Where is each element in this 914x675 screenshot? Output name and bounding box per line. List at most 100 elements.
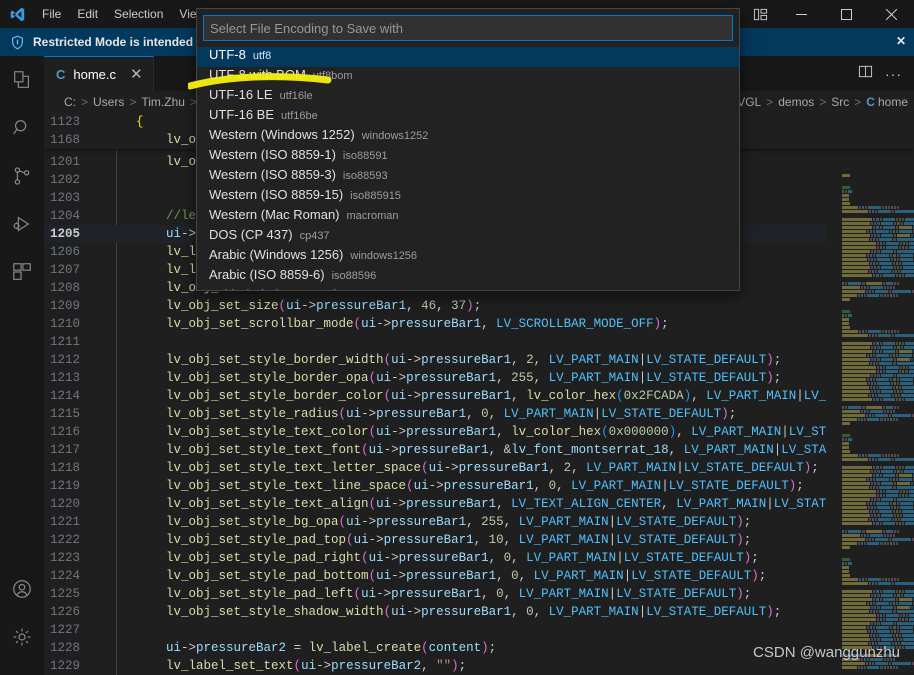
sidebar-item-extensions[interactable]	[0, 248, 44, 296]
code-text: lv_obj_set_style_pad_bottom(ui->pressure…	[166, 569, 767, 583]
encoding-option-label: Western (Windows 1252)	[209, 127, 355, 142]
encoding-option-label: Baltic (Windows 1257)	[209, 287, 338, 290]
code-line: 1219 lv_obj_set_style_text_line_space(ui…	[44, 477, 914, 495]
encoding-option[interactable]: DOS (CP 437) cp437	[197, 227, 739, 247]
encoding-option[interactable]: Western (Mac Roman) macroman	[197, 207, 739, 227]
encoding-option[interactable]: UTF-8 with BOM utf8bom	[197, 67, 739, 87]
line-number: 1208	[49, 281, 80, 295]
encoding-option-label: Western (ISO 8859-15)	[209, 187, 344, 202]
encoding-option[interactable]: Arabic (ISO 8859-6) iso88596	[197, 267, 739, 287]
encoding-search-input[interactable]	[203, 15, 733, 41]
encoding-option[interactable]: UTF-16 LE utf16le	[197, 87, 739, 107]
code-line: 1220 lv_obj_set_style_text_align(ui->pre…	[44, 495, 914, 513]
menu-selection[interactable]: Selection	[106, 3, 171, 25]
breadcrumb-item-1[interactable]: Users	[93, 95, 124, 109]
code-text: lv_obj_set_style_border_width(ui->pressu…	[166, 353, 782, 367]
breadcrumb-item-6[interactable]: Src	[831, 95, 849, 109]
code-text: lv_obj_set_style_text_color(ui->pressure…	[166, 425, 894, 439]
minimize-button[interactable]	[779, 0, 824, 28]
encoding-option-label: UTF-16 LE	[209, 87, 273, 102]
code-text: lv_obj_set_size(ui->pressureBar1, 46, 37…	[166, 299, 482, 313]
maximize-button[interactable]	[824, 0, 869, 28]
encoding-option[interactable]: Arabic (Windows 1256) windows1256	[197, 247, 739, 267]
encoding-option[interactable]: Western (ISO 8859-1) iso88591	[197, 147, 739, 167]
breadcrumb-item-2[interactable]: Tim.Zhu	[141, 95, 185, 109]
code-line: 1222 lv_obj_set_style_pad_top(ui->pressu…	[44, 531, 914, 549]
encoding-option-id: windows1252	[361, 130, 429, 142]
c-language-icon: C	[56, 66, 66, 82]
encoding-option-label: Arabic (Windows 1256)	[209, 247, 344, 262]
code-line: 1226 lv_obj_set_style_shadow_width(ui->p…	[44, 603, 914, 621]
code-line: 1223 lv_obj_set_style_pad_right(ui->pres…	[44, 549, 914, 567]
line-number: 1218	[49, 461, 80, 475]
code-text: lv_label_set_text(ui->pressureBar2, "");	[166, 659, 467, 673]
code-text: lv_obj_set_style_text_align(ui->pressure…	[166, 497, 894, 511]
encoding-option-label: UTF-8	[209, 47, 246, 62]
line-number: 1216	[49, 425, 80, 439]
encoding-option[interactable]: Western (ISO 8859-3) iso88593	[197, 167, 739, 187]
breadcrumb-separator: >	[766, 95, 774, 109]
encoding-quick-pick: UTF-8 utf8 UTF-8 with BOM utf8bom UTF-16 LE u…	[196, 8, 740, 291]
encoding-option-label: UTF-8 with BOM	[209, 67, 306, 82]
breadcrumb-separator: >	[81, 95, 89, 109]
code-text: ui->pressureBar2 = lv_label_create(conte…	[166, 641, 497, 655]
breadcrumb-separator: >	[854, 95, 862, 109]
encoding-option-id: utf8bom	[312, 70, 353, 82]
code-text: lv_obj_set_style_pad_left(ui->pressureBa…	[166, 587, 752, 601]
customize-layout-icon[interactable]	[751, 5, 769, 23]
minimap[interactable]	[826, 170, 914, 675]
encoding-option[interactable]: Western (Windows 1252) windows1252	[197, 127, 739, 147]
line-number: 1203	[49, 191, 80, 205]
code-line: 1211	[44, 333, 914, 351]
encoding-option-id: macroman	[346, 210, 399, 222]
menu-file[interactable]: File	[34, 3, 69, 25]
encoding-option[interactable]: UTF-8 utf8	[197, 47, 739, 67]
encoding-option-list: UTF-8 utf8 UTF-8 with BOM utf8bom UTF-16 LE u…	[197, 47, 739, 290]
line-number: 1123	[49, 115, 80, 129]
account-icon[interactable]	[0, 565, 44, 613]
sidebar-item-search[interactable]	[0, 104, 44, 152]
code-line: 1218 lv_obj_set_style_text_letter_space(…	[44, 459, 914, 477]
close-button[interactable]	[869, 0, 914, 28]
split-editor-icon[interactable]	[858, 64, 873, 84]
breadcrumb-separator: >	[129, 95, 137, 109]
banner-close-icon[interactable]: ✕	[896, 34, 906, 48]
shield-icon	[10, 35, 25, 50]
breadcrumb-separator: >	[819, 95, 827, 109]
tab-home-c[interactable]: C home.c ✕	[44, 56, 154, 91]
code-line: 1216 lv_obj_set_style_text_color(ui->pre…	[44, 423, 914, 441]
gear-icon[interactable]	[0, 613, 44, 661]
encoding-option-id: cp437	[299, 230, 330, 242]
encoding-option-id: iso88596	[331, 270, 377, 282]
breadcrumb-item-5[interactable]: demos	[778, 95, 814, 109]
encoding-option-label: Arabic (ISO 8859-6)	[209, 267, 325, 282]
activity-bar	[0, 56, 44, 675]
sidebar-item-run-debug[interactable]	[0, 200, 44, 248]
code-text: lv_obj_set_style_text_line_space(ui->pre…	[166, 479, 804, 493]
code-text: lv_obj_set_style_text_letter_space(ui->p…	[166, 461, 819, 475]
menu-edit[interactable]: Edit	[69, 3, 106, 25]
encoding-option-label: DOS (CP 437)	[209, 227, 293, 242]
sidebar-item-source-control[interactable]	[0, 152, 44, 200]
encoding-option[interactable]: Baltic (Windows 1257)windows1257	[197, 287, 739, 290]
breadcrumb-file[interactable]: home	[878, 95, 914, 109]
sidebar-item-explorer[interactable]	[0, 56, 44, 104]
code-text: lv_obj_set_style_shadow_width(ui->pressu…	[166, 605, 782, 619]
encoding-option[interactable]: Western (ISO 8859-15) iso885915	[197, 187, 739, 207]
line-number: 1205	[49, 227, 80, 241]
code-text: lv_obj_set_style_pad_top(ui->pressureBar…	[166, 533, 752, 547]
code-line: 1228 ui->pressureBar2 = lv_label_create(…	[44, 639, 914, 657]
breadcrumb-item-0[interactable]: C:	[64, 95, 76, 109]
line-number: 1220	[49, 497, 80, 511]
code-text: lv_obj_set_style_border_opa(ui->pressure…	[166, 371, 782, 385]
line-number: 1207	[49, 263, 80, 277]
line-number: 1211	[49, 335, 80, 349]
more-actions-icon[interactable]: ···	[885, 66, 902, 82]
encoding-option-id: iso88591	[342, 150, 388, 162]
tab-close-icon[interactable]: ✕	[130, 65, 143, 83]
line-number: 1229	[49, 659, 80, 673]
encoding-option[interactable]: UTF-16 BE utf16be	[197, 107, 739, 127]
encoding-option-label: UTF-16 BE	[209, 107, 275, 122]
